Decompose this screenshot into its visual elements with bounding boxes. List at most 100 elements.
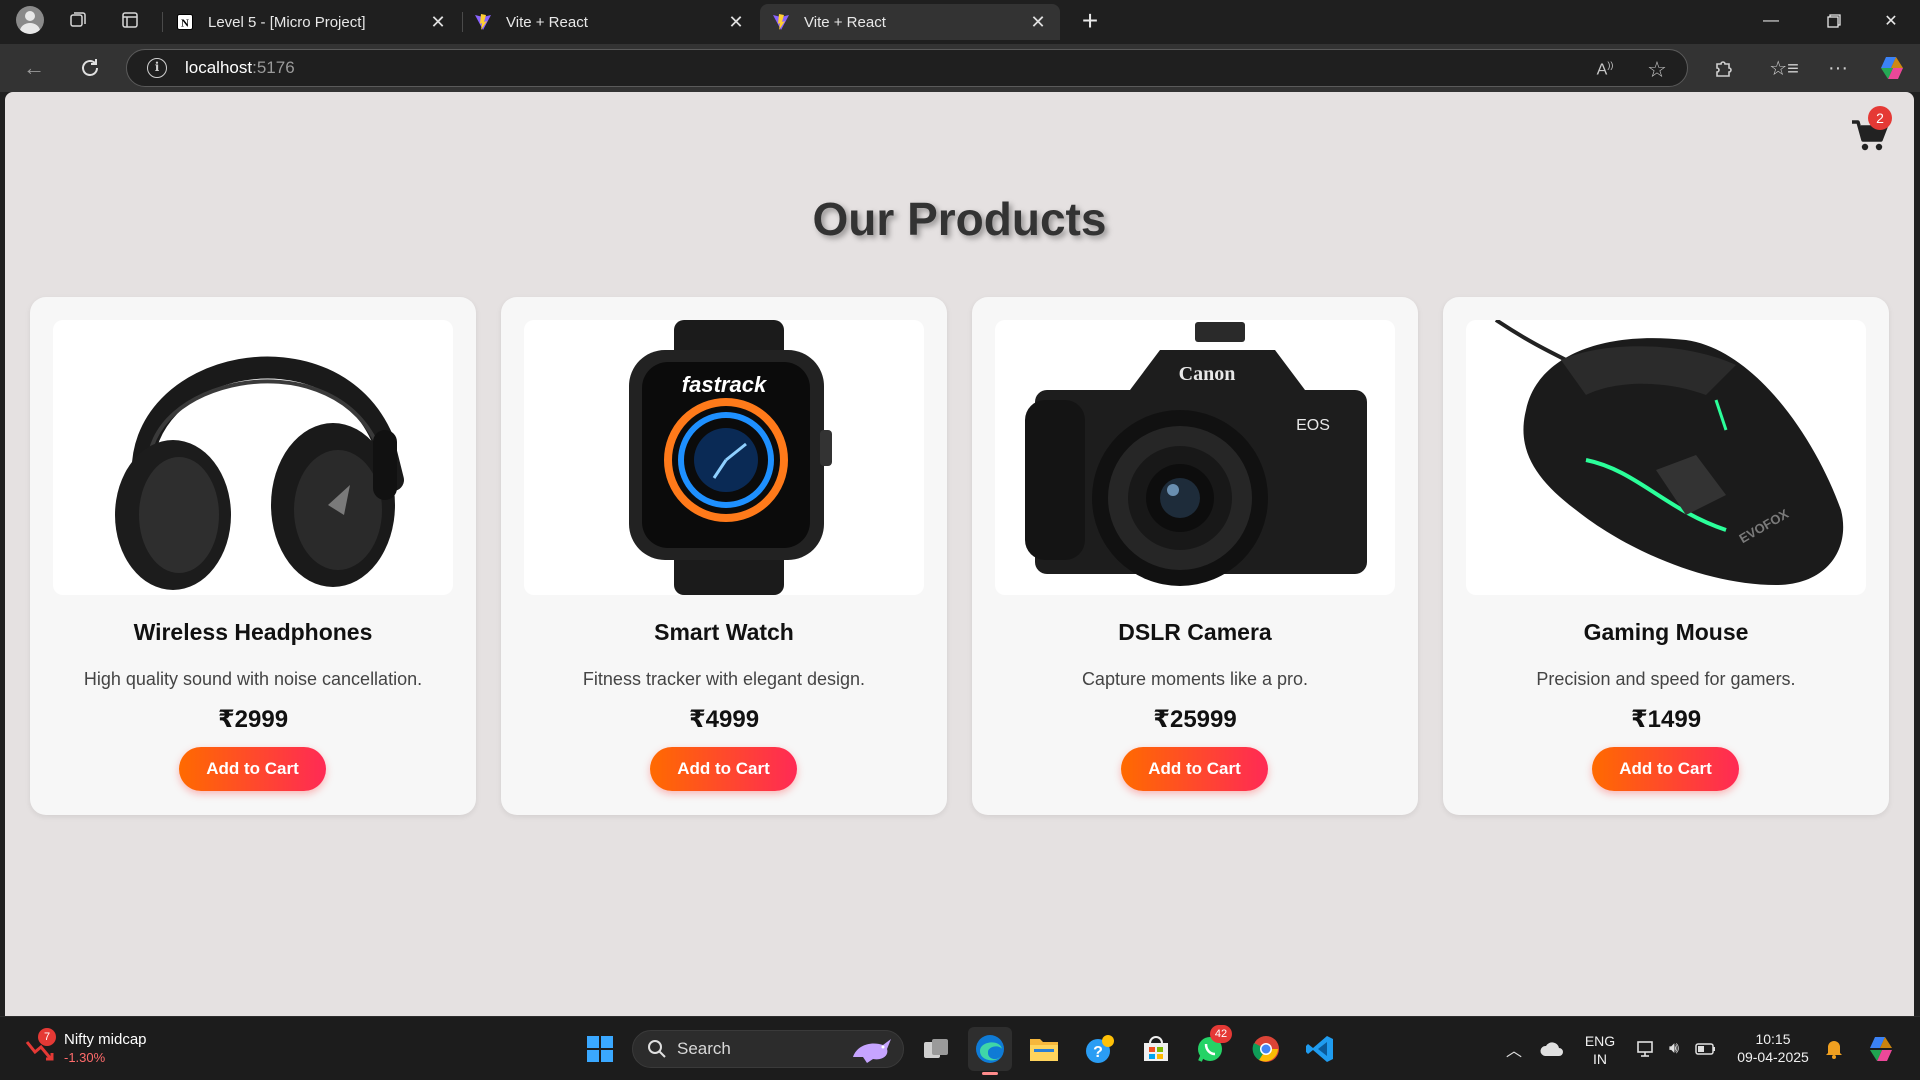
tab-vite-react-2[interactable]: Vite + React ✕ xyxy=(760,4,1060,40)
microsoft-store-icon xyxy=(1144,1036,1168,1061)
restore-icon xyxy=(1827,14,1841,28)
store-app[interactable] xyxy=(1134,1027,1178,1071)
product-name: Smart Watch xyxy=(654,619,794,645)
copilot-button[interactable] xyxy=(1874,50,1910,86)
product-card: EVOFOX Gaming Mouse Precision and speed … xyxy=(1443,297,1889,815)
vscode-app[interactable] xyxy=(1298,1027,1342,1071)
file-explorer-app[interactable] xyxy=(1022,1027,1066,1071)
close-window-button[interactable]: ✕ xyxy=(1862,0,1920,42)
puzzle-icon xyxy=(1716,61,1732,77)
product-card: Canon EOS DSLR Camera Capture moments li… xyxy=(972,297,1418,815)
tab-title: Level 5 - [Micro Project] xyxy=(208,13,366,31)
browser-window: N Level 5 - [Micro Project] ✕ Vite + Rea… xyxy=(0,0,1920,1080)
profile-button[interactable] xyxy=(8,0,52,40)
tab-vite-react-1[interactable]: Vite + React ✕ xyxy=(462,4,758,40)
whatsapp-app[interactable]: 42 xyxy=(1188,1025,1232,1071)
site-info-icon[interactable]: i xyxy=(147,58,167,78)
add-to-cart-button[interactable]: Add to Cart xyxy=(1592,747,1739,791)
extensions-button[interactable] xyxy=(1706,50,1742,86)
volume-icon[interactable]: 🔊︎ xyxy=(1662,1037,1686,1061)
copilot-icon xyxy=(1881,57,1903,79)
product-image: fastrack xyxy=(524,320,924,595)
svg-text:EOS: EOS xyxy=(1296,417,1330,434)
gaming-mouse-image: EVOFOX xyxy=(1494,320,1844,585)
product-name: DSLR Camera xyxy=(1118,619,1272,645)
read-aloud-button[interactable]: A)) xyxy=(1591,56,1619,84)
notifications-button[interactable] xyxy=(1822,1037,1846,1061)
tab-level5[interactable]: N Level 5 - [Micro Project] ✕ xyxy=(164,4,460,40)
chrome-app[interactable] xyxy=(1244,1027,1288,1071)
copilot-taskbar-button[interactable] xyxy=(1866,1037,1898,1061)
favorites-button[interactable]: ☆≡ xyxy=(1766,50,1802,86)
product-image xyxy=(53,320,453,595)
widget-title: Nifty midcap xyxy=(64,1031,147,1048)
product-price: ₹4999 xyxy=(688,706,760,733)
chrome-icon xyxy=(1252,1036,1279,1062)
start-button[interactable] xyxy=(578,1027,622,1071)
favorite-button[interactable]: ☆ xyxy=(1643,56,1671,84)
edge-app[interactable] xyxy=(968,1027,1012,1075)
vscode-icon xyxy=(1306,1036,1333,1062)
clock-date: 09-04-2025 xyxy=(1737,1049,1809,1065)
product-price: ₹2999 xyxy=(217,706,289,733)
unicorn-icon xyxy=(853,1039,891,1063)
refresh-button[interactable] xyxy=(72,50,108,86)
plus-icon: + xyxy=(1081,5,1099,36)
taskbar-search[interactable]: Search xyxy=(632,1030,904,1068)
search-icon xyxy=(648,1040,666,1058)
tab-title: Vite + React xyxy=(506,13,588,31)
new-tab-button[interactable]: + xyxy=(1072,4,1108,40)
read-aloud-icon: A)) xyxy=(1596,60,1614,79)
tab-close-icon[interactable]: ✕ xyxy=(726,12,746,33)
copilot-icon xyxy=(1870,1037,1892,1061)
product-image: Canon EOS xyxy=(995,320,1395,595)
cart-button[interactable]: 2 xyxy=(1850,106,1892,154)
clock[interactable]: 10:15 09-04-2025 xyxy=(1726,1030,1820,1066)
stock-chart-icon: 7 xyxy=(24,1028,56,1064)
url-text: localhost:5176 xyxy=(185,58,295,77)
product-card: fastrack Smart Watch Fitness tracker wit… xyxy=(501,297,947,815)
language-indicator[interactable]: ENG IN xyxy=(1580,1032,1620,1068)
stock-widget[interactable]: 7 Nifty midcap -1.30% xyxy=(24,1028,147,1069)
widget-change: -1.30% xyxy=(64,1050,106,1065)
page-viewport: 2 Our Products Wireless Headphones High … xyxy=(5,92,1914,1016)
battery-icon[interactable] xyxy=(1694,1037,1718,1061)
more-options-button[interactable]: ··· xyxy=(1820,50,1856,86)
address-toolbar: ← i localhost:5176 A)) ☆ ☆≡ ··· xyxy=(0,44,1920,92)
edge-browser-icon xyxy=(976,1035,1004,1063)
tab-close-icon[interactable]: ✕ xyxy=(428,12,448,33)
product-name: Gaming Mouse xyxy=(1583,619,1749,645)
svg-text:?: ? xyxy=(1093,1044,1103,1061)
workspaces-button[interactable] xyxy=(56,0,100,40)
add-to-cart-button[interactable]: Add to Cart xyxy=(650,747,797,791)
product-card: Wireless Headphones High quality sound w… xyxy=(30,297,476,815)
show-hidden-icons-button[interactable]: ︿ xyxy=(1502,1037,1526,1061)
svg-text:Canon: Canon xyxy=(1179,363,1236,385)
windows-start-icon xyxy=(587,1036,613,1062)
help-icon: ? xyxy=(1086,1035,1114,1063)
helper-app[interactable]: ? xyxy=(1078,1027,1122,1071)
close-icon: ✕ xyxy=(1884,13,1898,30)
back-button[interactable]: ← xyxy=(16,50,52,86)
tab-actions-button[interactable] xyxy=(108,0,152,40)
folder-icon xyxy=(1030,1039,1058,1061)
back-arrow-icon: ← xyxy=(23,55,45,80)
tab-separator xyxy=(162,12,163,32)
product-image: EVOFOX xyxy=(1466,320,1866,595)
smartwatch-image: fastrack xyxy=(629,320,832,595)
add-to-cart-button[interactable]: Add to Cart xyxy=(1121,747,1268,791)
task-view-button[interactable] xyxy=(914,1027,958,1071)
notion-icon: N xyxy=(177,14,193,30)
restore-button[interactable] xyxy=(1805,0,1863,42)
network-icon[interactable] xyxy=(1634,1037,1658,1061)
onedrive-button[interactable] xyxy=(1540,1037,1564,1061)
product-price: ₹25999 xyxy=(1153,706,1237,733)
refresh-icon xyxy=(82,59,98,76)
camera-image: Canon EOS xyxy=(1025,322,1367,586)
star-icon: ☆ xyxy=(1647,57,1667,82)
cart-count-badge: 2 xyxy=(1868,106,1892,130)
add-to-cart-button[interactable]: Add to Cart xyxy=(179,747,326,791)
address-bar[interactable]: i localhost:5176 A)) ☆ xyxy=(126,49,1688,87)
tab-close-icon[interactable]: ✕ xyxy=(1028,12,1048,33)
minimize-button[interactable]: — xyxy=(1742,0,1800,42)
